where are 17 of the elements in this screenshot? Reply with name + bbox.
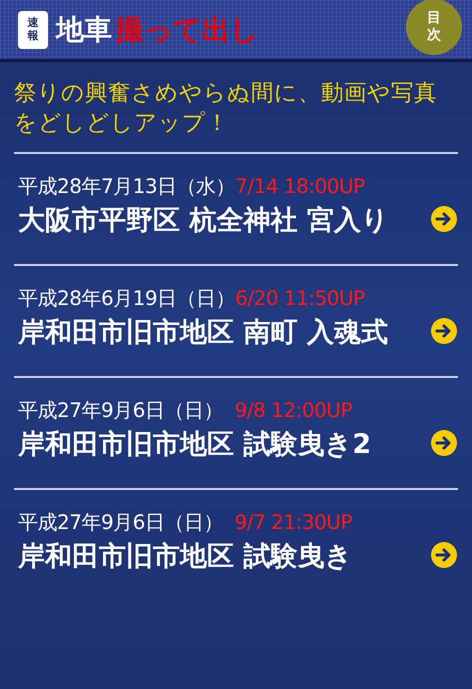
logo-badge: 速 報 — [18, 10, 48, 48]
app-title: 地車 — [56, 12, 112, 48]
contents-button[interactable]: 目 次 — [406, 0, 462, 54]
event-date: 平成28年6月19日（日） — [18, 285, 236, 312]
article-title[interactable]: 大阪市平野区 杭全神社 宮入り — [18, 204, 430, 238]
intro-text: 祭りの興奮さめやらぬ間に、動画や写真をどしどしアップ！ — [13, 79, 438, 138]
article-title[interactable]: 岸和田市旧市地区 南町 入魂式 — [18, 316, 430, 350]
article-title[interactable]: 岸和田市旧市地区 試験曳き2 — [18, 428, 430, 462]
upload-time: 9/8 12:00UP — [234, 397, 352, 424]
upload-time: 7/14 18:00UP — [235, 173, 365, 200]
upload-time: 9/7 21:30UP — [234, 509, 352, 536]
app-subtitle: 撮って出し — [116, 12, 259, 48]
event-date: 平成27年9月6日（日） — [18, 397, 223, 424]
upload-time: 6/20 11:50UP — [235, 285, 365, 312]
article-title[interactable]: 岸和田市旧市地区 試験曳き — [18, 540, 430, 574]
event-date: 平成27年9月6日（日） — [18, 509, 223, 536]
event-date: 平成28年7月13日（水） — [18, 173, 236, 200]
